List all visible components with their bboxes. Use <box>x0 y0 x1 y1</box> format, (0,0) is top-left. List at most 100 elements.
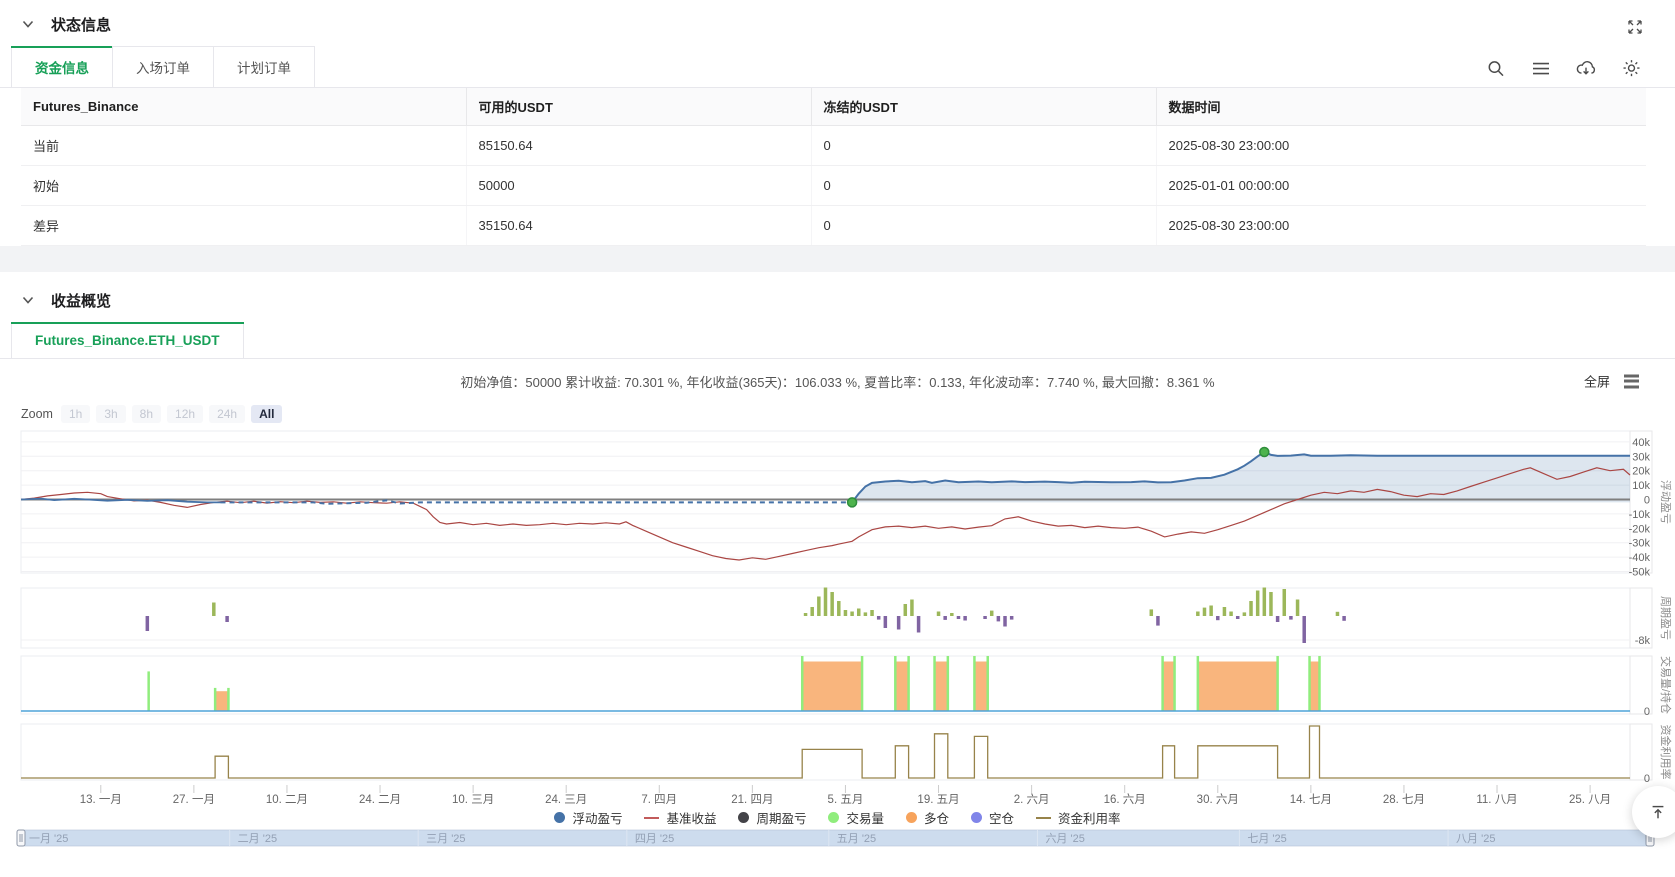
utilization-line <box>21 726 1630 778</box>
period-pnl-bar <box>857 609 861 617</box>
profit-tabbar: Futures_Binance.ETH_USDT <box>0 322 1675 359</box>
fullscreen-button[interactable]: 全屏 <box>1584 372 1610 391</box>
collapse-chevron-icon[interactable] <box>18 290 38 310</box>
x-tick-label: 2. 六月 <box>1014 793 1050 806</box>
y-tick-label: 30k <box>1632 451 1650 463</box>
status-section-header: 状态信息 <box>0 8 1675 40</box>
period-pnl-bar <box>824 588 828 617</box>
navigator-month-label: 七月 '25 <box>1247 832 1286 845</box>
period-pnl-bar <box>1209 606 1213 617</box>
profit-section-header: 收益概览 <box>0 284 1675 316</box>
expand-icon[interactable] <box>1625 17 1645 37</box>
tab-planned-orders[interactable]: 计划订单 <box>213 46 315 87</box>
chart-context-menu-icon[interactable] <box>1622 372 1641 390</box>
period-pnl-bar <box>904 604 908 616</box>
tab-fund-info[interactable]: 资金信息 <box>11 46 113 87</box>
zoom-all[interactable]: All <box>251 405 282 423</box>
event-marker[interactable] <box>1260 447 1269 456</box>
legend-float-pnl[interactable]: 浮动盈亏 <box>554 808 622 827</box>
legend-period-pnl[interactable]: 周期盈亏 <box>738 808 806 827</box>
period-pnl-bar <box>884 616 888 628</box>
time-value: 2025-08-30 23:00:00 <box>1156 126 1646 166</box>
navigator-month-label: 一月 '25 <box>29 833 68 845</box>
axis-title: 交易量/持仓 <box>1659 656 1673 714</box>
axis-title: 周期盈亏 <box>1659 596 1672 640</box>
period-pnl-bar <box>910 600 914 617</box>
stats-row: 初始净值：50000 累计收益: 70.301 %, 年化收益(365天)：10… <box>0 359 1675 403</box>
axis-gutter <box>1630 724 1652 780</box>
x-tick-label: 19. 五月 <box>917 794 959 806</box>
period-pnl-bar <box>1223 607 1227 616</box>
chart-legend: 浮动盈亏 基准收益 周期盈亏 交易量 多仓 空仓 资金利用率 <box>0 808 1675 827</box>
legend-line-swatch <box>1036 817 1051 819</box>
navigator-left-handle[interactable] <box>17 830 25 846</box>
period-pnl-bar <box>983 616 987 619</box>
profit-chart[interactable]: 浮动盈亏周期盈亏交易量/持仓资金利用率40k30k20k10k0-10k-20k… <box>0 403 1675 858</box>
y-tick-label: -8k <box>1635 635 1651 647</box>
y-tick-label: 10k <box>1632 480 1650 492</box>
collapse-chevron-icon[interactable] <box>18 14 38 34</box>
zoom-3h[interactable]: 3h <box>96 405 125 423</box>
period-pnl-bar <box>870 610 874 616</box>
menu-icon[interactable] <box>1531 58 1551 78</box>
long-position-block <box>974 662 987 712</box>
navigator-month-label: 二月 '25 <box>238 833 277 845</box>
tab-symbol[interactable]: Futures_Binance.ETH_USDT <box>11 322 244 358</box>
panel-frame <box>21 724 1630 780</box>
y-tick-label: -10k <box>1629 509 1651 521</box>
zoom-label: Zoom <box>21 407 53 421</box>
zoom-1h[interactable]: 1h <box>61 405 90 423</box>
period-pnl-bar <box>1010 616 1014 620</box>
search-icon[interactable] <box>1486 58 1506 78</box>
available-value: 85150.64 <box>466 126 811 166</box>
back-to-top-button[interactable] <box>1632 786 1675 838</box>
x-tick-label: 30. 六月 <box>1197 793 1239 806</box>
legend-utilization[interactable]: 资金利用率 <box>1036 808 1121 827</box>
tab-entry-orders[interactable]: 入场订单 <box>112 46 214 87</box>
zoom-controls: Zoom 1h 3h 8h 12h 24h All <box>21 405 282 423</box>
period-pnl-bar <box>950 613 954 616</box>
zoom-8h[interactable]: 8h <box>132 405 161 423</box>
fund-table: Futures_Binance 可用的USDT 冻结的USDT 数据时间 当前 … <box>21 88 1646 246</box>
legend-long[interactable]: 多仓 <box>906 808 949 827</box>
zoom-12h[interactable]: 12h <box>167 405 203 423</box>
period-pnl-bar <box>917 616 921 633</box>
row-label: 初始 <box>21 166 466 206</box>
period-pnl-bar <box>1003 616 1007 627</box>
period-pnl-bar <box>1196 612 1200 617</box>
period-pnl-bar <box>1342 616 1346 621</box>
navigator-month-label: 六月 '25 <box>1045 832 1084 845</box>
table-row-diff: 差异 35150.64 0 2025-08-30 23:00:00 <box>21 206 1646 246</box>
period-pnl-bar <box>1263 588 1267 617</box>
x-tick-label: 14. 七月 <box>1290 793 1332 806</box>
legend-line-swatch <box>644 817 659 819</box>
period-pnl-bar <box>837 601 841 616</box>
status-section-title: 状态信息 <box>51 14 111 35</box>
legend-benchmark[interactable]: 基准收益 <box>644 808 716 827</box>
x-tick-label: 25. 八月 <box>1569 794 1611 806</box>
row-label[interactable]: 当前 <box>21 126 466 166</box>
x-tick-label: 27. 一月 <box>173 794 215 806</box>
navigator-month-label: 四月 '25 <box>635 833 674 845</box>
period-pnl-bar <box>1283 589 1287 616</box>
x-tick-label: 16. 六月 <box>1104 793 1146 806</box>
event-marker[interactable] <box>848 498 857 507</box>
status-card: 状态信息 资金信息 入场订单 计划订单 <box>0 0 1675 246</box>
x-tick-label: 7. 四月 <box>641 794 677 806</box>
period-pnl-bar <box>212 603 216 617</box>
legend-volume[interactable]: 交易量 <box>828 808 884 827</box>
y-tick-label: -40k <box>1629 552 1651 564</box>
row-label: 差异 <box>21 206 466 246</box>
profit-chart-area: Zoom 1h 3h 8h 12h 24h All 浮动盈亏周期盈亏交易量/持仓… <box>0 403 1675 865</box>
period-pnl-bar <box>1156 616 1160 626</box>
available-value: 35150.64 <box>466 206 811 246</box>
profit-section-title: 收益概览 <box>51 290 111 311</box>
legend-short[interactable]: 空仓 <box>971 808 1014 827</box>
cloud-download-icon[interactable] <box>1576 58 1596 78</box>
period-pnl-bar <box>810 607 814 616</box>
status-tabbar: 资金信息 入场订单 计划订单 <box>0 46 1675 88</box>
zoom-24h[interactable]: 24h <box>209 405 245 423</box>
period-pnl-bar <box>804 613 808 616</box>
legend-dot-swatch <box>971 812 982 823</box>
settings-gear-icon[interactable] <box>1621 58 1641 78</box>
